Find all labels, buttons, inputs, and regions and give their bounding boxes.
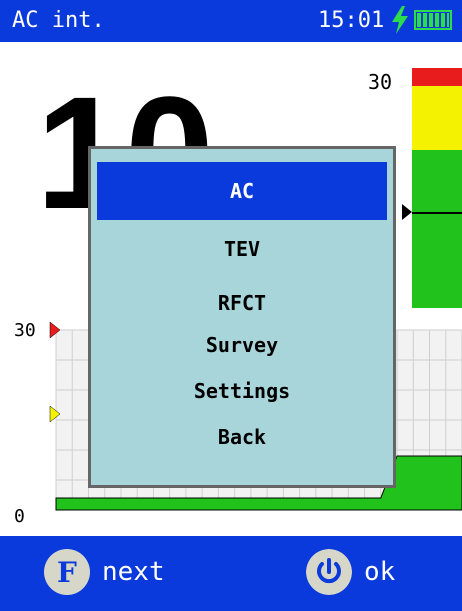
f-key-icon: F bbox=[44, 549, 90, 595]
menu-item-back[interactable]: Back bbox=[97, 408, 387, 466]
f-key-label: F bbox=[57, 555, 77, 589]
level-gauge bbox=[412, 68, 462, 308]
battery-icon bbox=[414, 10, 454, 32]
ok-label: ok bbox=[364, 557, 396, 587]
next-button[interactable]: F next bbox=[44, 548, 165, 596]
softkey-bar: F next ok bbox=[0, 536, 462, 611]
menu-item-tev[interactable]: TEV bbox=[97, 220, 387, 278]
menu-item-ac[interactable]: AC bbox=[97, 162, 387, 220]
chart-y-min-label: 0 bbox=[14, 506, 25, 527]
mode-title: AC int. bbox=[12, 8, 105, 33]
gauge-pointer-icon bbox=[402, 204, 412, 220]
gauge-level-line bbox=[412, 212, 462, 214]
chart-y-max-label: 30 bbox=[14, 320, 36, 341]
ok-button[interactable]: ok bbox=[306, 548, 395, 596]
status-bar: AC int. 15:01 bbox=[0, 0, 462, 42]
next-label: next bbox=[102, 557, 165, 587]
clock: 15:01 bbox=[318, 8, 385, 33]
gauge-max-label: 30 bbox=[368, 70, 393, 94]
mode-menu: AC TEV RFCT Survey Settings Back bbox=[88, 146, 396, 488]
power-icon bbox=[306, 549, 352, 595]
lightning-bolt-icon bbox=[392, 6, 408, 34]
